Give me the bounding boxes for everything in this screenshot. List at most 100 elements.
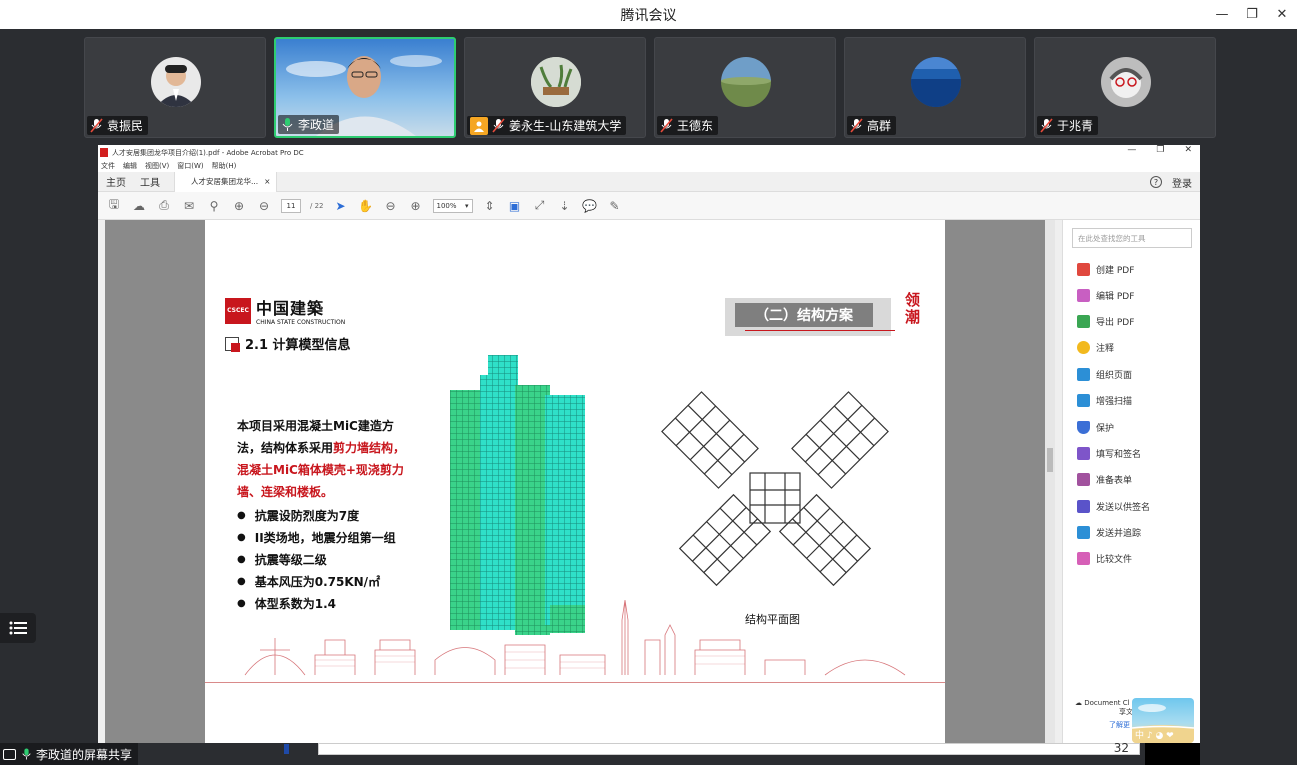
fit-width-icon[interactable]: ▣	[507, 198, 523, 214]
tab-document-label: 人才安居集团龙华...	[191, 177, 259, 186]
meeting-list-button[interactable]	[0, 613, 36, 643]
ad-thumbnail[interactable]: 中 ♪ ◕ ❤	[1132, 698, 1194, 743]
menu-window[interactable]: 窗口(W)	[177, 161, 203, 171]
company-logo: CSCEC 中国建築 CHINA STATE CONSTRUCTION	[225, 295, 345, 326]
shield-icon	[1077, 420, 1090, 434]
list-item: II类场地，地震分组第一组	[237, 526, 396, 548]
page-up-icon[interactable]: ⊕	[231, 198, 247, 214]
close-button[interactable]: ✕	[1267, 0, 1297, 29]
restore-button[interactable]: ❐	[1237, 0, 1267, 29]
tool-send-track[interactable]: 发送并追踪	[1077, 523, 1141, 541]
tool-protect[interactable]: 保护	[1077, 418, 1114, 436]
mic-muted-icon	[660, 118, 673, 133]
peek-number: 32	[1113, 741, 1129, 755]
tool-create-pdf[interactable]: 创建 PDF	[1077, 260, 1134, 278]
tool-fill-sign[interactable]: 填写和签名	[1077, 444, 1141, 462]
tab-home[interactable]: 主页	[106, 174, 126, 189]
scroll-mode-icon[interactable]: ⇣	[557, 198, 573, 214]
mail-icon[interactable]: ✉	[181, 198, 197, 214]
document-viewport[interactable]: CSCEC 中国建築 CHINA STATE CONSTRUCTION （二）结…	[98, 220, 1055, 743]
fullscreen-icon[interactable]: ⤢	[532, 198, 548, 214]
tab-tools[interactable]: 工具	[140, 174, 160, 189]
avatar	[1101, 57, 1151, 107]
tab-close-icon[interactable]: ×	[264, 177, 270, 186]
tab-document[interactable]: 人才安居集团龙华... ×	[174, 171, 278, 192]
search-icon[interactable]: ⚲	[206, 198, 222, 214]
cloud-icon: ☁	[1075, 699, 1085, 707]
left-panel-collapse[interactable]	[98, 220, 105, 743]
form-icon	[1077, 472, 1090, 486]
menu-edit[interactable]: 编辑	[123, 161, 137, 171]
menu-file[interactable]: 文件	[101, 161, 115, 171]
menu-help[interactable]: 帮助(H)	[212, 161, 237, 171]
comment-icon[interactable]: 💬	[582, 198, 598, 214]
hand-icon[interactable]: ✋	[358, 198, 374, 214]
tool-label: 发送并追踪	[1096, 528, 1142, 539]
tool-label: 编辑 PDF	[1096, 291, 1135, 302]
acrobat-tab-bar: 主页 工具 人才安居集团龙华... × ? 登录	[98, 171, 1200, 192]
tool-send-sign[interactable]: 发送以供签名	[1077, 497, 1150, 515]
acrobat-close-button[interactable]: ✕	[1184, 145, 1192, 155]
upload-icon[interactable]: ☁	[131, 198, 147, 214]
slide-page: CSCEC 中国建築 CHINA STATE CONSTRUCTION （二）结…	[205, 220, 945, 743]
tools-panel-collapse[interactable]	[1055, 220, 1062, 743]
participant-tile-speaking[interactable]: 李政道	[274, 37, 456, 138]
zoom-in-icon[interactable]: ⊕	[408, 198, 424, 214]
acrobat-title-bar: 人才安居集团龙华项目介绍(1).pdf - Adobe Acrobat Pro …	[98, 145, 1200, 160]
pen-icon[interactable]: ✎	[607, 198, 623, 214]
tool-compare-files[interactable]: 比较文件	[1077, 549, 1132, 567]
login-link[interactable]: 登录	[1172, 175, 1192, 190]
send-sign-icon	[1077, 499, 1090, 513]
help-icon[interactable]: ?	[1150, 176, 1162, 188]
tool-search-input[interactable]: 在此处查找您的工具	[1072, 228, 1192, 248]
logo-cn: 中国建築	[256, 299, 325, 318]
shared-screen: 人才安居集团龙华项目介绍(1).pdf - Adobe Acrobat Pro …	[98, 145, 1200, 743]
create-pdf-icon	[1077, 262, 1090, 276]
page-number-input[interactable]: 11	[281, 198, 301, 213]
participant-name: 姜永生-山东建筑大学	[509, 119, 622, 133]
avatar	[151, 57, 201, 107]
participant-label: 于兆青	[1037, 116, 1099, 135]
city-skyline-decoration	[244, 599, 906, 676]
participant-label: 高群	[847, 116, 897, 135]
calligraphy-mark: 领潮	[905, 291, 921, 326]
tool-label: 组织页面	[1096, 370, 1133, 381]
screen-share-indicator[interactable]: 李政道的屏幕共享	[0, 743, 139, 765]
acrobat-minimize-button[interactable]: —	[1127, 145, 1136, 155]
participant-tile[interactable]: 于兆青	[1034, 37, 1216, 138]
tool-edit-pdf[interactable]: 编辑 PDF	[1077, 286, 1134, 304]
participant-tile[interactable]: 高群	[844, 37, 1026, 138]
slide-heading: 2.1 计算模型信息	[225, 334, 351, 353]
save-icon[interactable]: 🖫	[106, 197, 122, 214]
participant-tile[interactable]: 姜永生-山东建筑大学	[464, 37, 646, 138]
structure-plan-image	[661, 391, 889, 587]
tool-comment[interactable]: 注释	[1077, 338, 1114, 356]
select-cursor-icon[interactable]: ➤	[333, 198, 349, 214]
tool-label: 导出 PDF	[1096, 317, 1135, 328]
scroll-thumb[interactable]	[1047, 448, 1053, 472]
page-down-icon[interactable]: ⊖	[256, 198, 272, 214]
participant-tile[interactable]: 王德东	[654, 37, 836, 138]
doc-cloud-link[interactable]: 了解更	[1109, 720, 1130, 730]
mic-muted-icon	[492, 118, 505, 133]
menu-view[interactable]: 视图(V)	[145, 161, 169, 171]
tool-label: 准备表单	[1096, 475, 1133, 486]
zoom-out-icon[interactable]: ⊖	[383, 198, 399, 214]
minimize-button[interactable]: —	[1207, 0, 1237, 29]
page-footer-line	[205, 682, 945, 683]
tool-label: 比较文件	[1096, 554, 1133, 565]
tool-prepare-form[interactable]: 准备表单	[1077, 470, 1132, 488]
print-icon[interactable]: ⎙	[156, 198, 172, 214]
tool-organize-pages[interactable]: 组织页面	[1077, 365, 1132, 383]
fit-page-icon[interactable]: ⇕	[482, 198, 498, 214]
participant-name: 于兆青	[1057, 119, 1094, 133]
acrobat-restore-button[interactable]: ❐	[1156, 145, 1164, 155]
document-scrollbar[interactable]	[1045, 220, 1055, 743]
doc-cloud-title: Document Cl	[1084, 699, 1130, 707]
tool-export-pdf[interactable]: 导出 PDF	[1077, 312, 1134, 330]
participant-tile[interactable]: 袁振民	[84, 37, 266, 138]
tool-enhance-scan[interactable]: 增强扫描	[1077, 391, 1132, 409]
mic-active-icon	[22, 748, 31, 760]
zoom-select[interactable]: 100% ▾	[432, 198, 473, 213]
window-controls: — ❐ ✕	[1207, 0, 1297, 29]
